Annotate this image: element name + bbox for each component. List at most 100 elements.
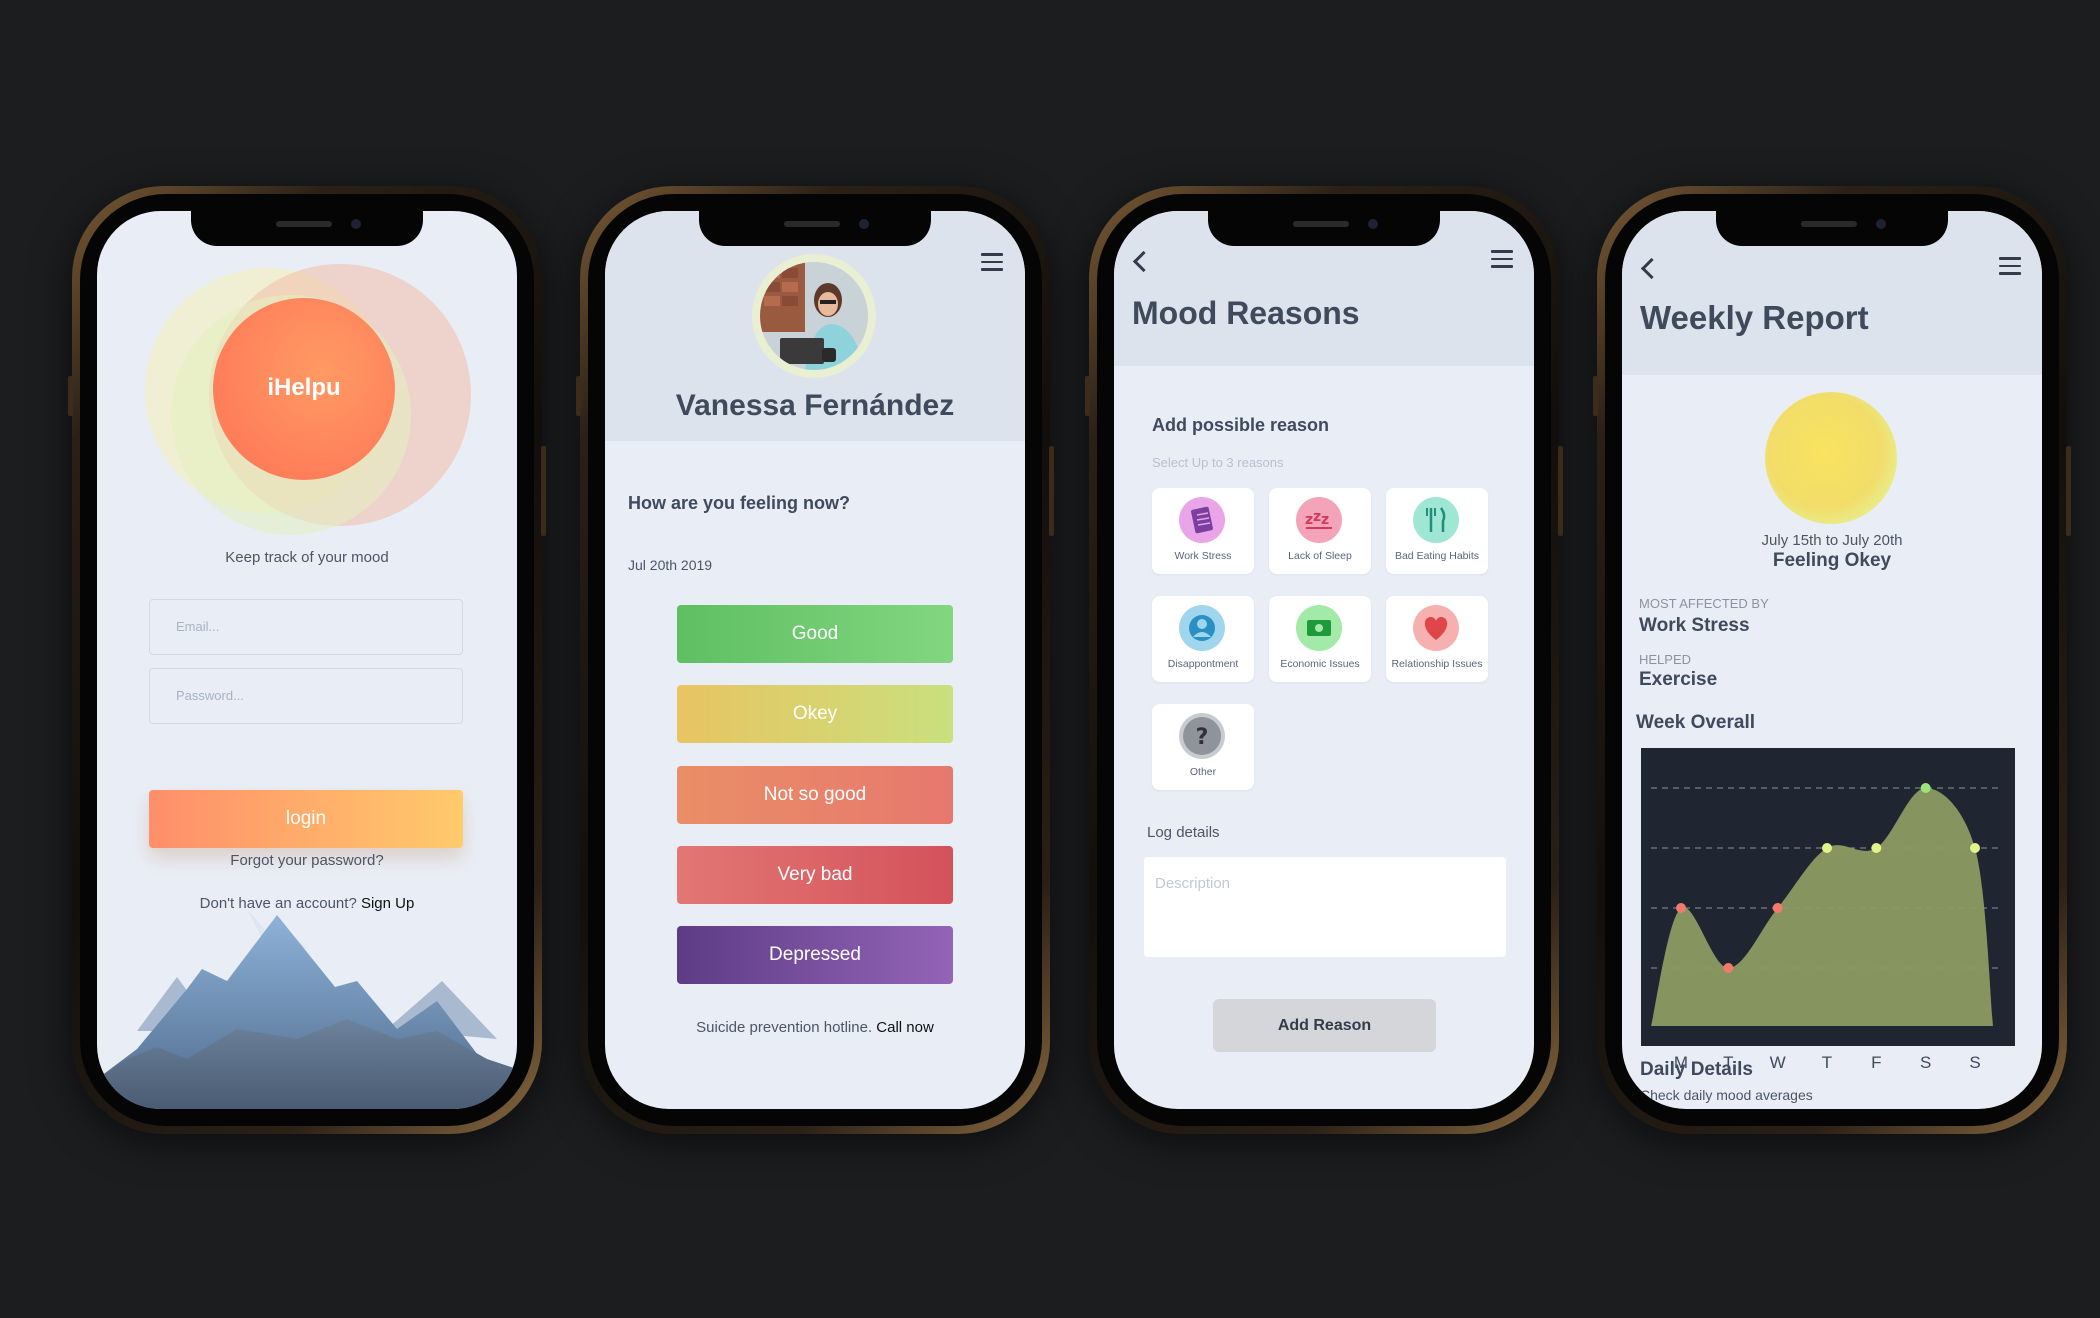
hotline-row: Suicide prevention hotline. Call now: [605, 1019, 1025, 1036]
reason-label: Other: [1189, 766, 1217, 778]
svg-text:z: z: [1321, 512, 1329, 528]
reason-label: Work Stress: [1174, 550, 1232, 562]
app-name: iHelpu: [267, 374, 341, 401]
log-details-label: Log details: [1147, 824, 1220, 841]
password-field[interactable]: Password...: [149, 668, 463, 724]
side-button: [68, 376, 73, 416]
screen-login: iHelpu Keep track of your mood Email... …: [97, 211, 517, 1109]
reason-economic-issues[interactable]: Economic Issues: [1269, 596, 1371, 682]
reason-label: Economic Issues: [1280, 658, 1360, 670]
notch: [1716, 211, 1948, 246]
phone-report: Weekly Report July 15th to July 20th Fee…: [1593, 186, 2071, 1134]
menu-icon[interactable]: [1999, 257, 2021, 275]
side-button: [1085, 376, 1090, 416]
notch: [1208, 211, 1440, 246]
reason-label: Relationship Issues: [1391, 658, 1483, 670]
reason-label: Lack of Sleep: [1288, 550, 1352, 562]
side-button: [1593, 376, 1598, 416]
avatar: [752, 254, 876, 378]
svg-text:z: z: [1305, 512, 1313, 528]
data-point: [1920, 783, 1931, 793]
phone-mood: Vanessa Fernández How are you feeling no…: [576, 186, 1054, 1134]
daily-details-subtitle: Check daily mood averages: [1640, 1087, 1813, 1103]
user-name: Vanessa Fernández: [675, 389, 955, 422]
reason-other[interactable]: ? Other: [1152, 704, 1254, 790]
menu-icon[interactable]: [1491, 250, 1513, 268]
page-title: Weekly Report: [1640, 299, 1869, 336]
svg-text:z: z: [1313, 509, 1321, 525]
add-reason-heading: Add possible reason: [1152, 415, 1330, 435]
report-range: July 15th to July 20th: [1761, 532, 1903, 549]
description-field[interactable]: Description: [1144, 857, 1506, 957]
helped-value: Exercise: [1639, 669, 1718, 690]
data-point: [1676, 903, 1686, 913]
mountains-illustration: [97, 909, 517, 1109]
mood-depressed-button[interactable]: Depressed: [677, 926, 953, 984]
most-affected-value: Work Stress: [1639, 615, 1750, 636]
money-icon: [1296, 605, 1342, 651]
mood-date: Jul 20th 2019: [628, 557, 713, 573]
svg-text:?: ?: [1196, 725, 1209, 750]
weekday-label: S: [1919, 1053, 1932, 1072]
menu-icon[interactable]: [981, 253, 1003, 271]
notch: [699, 211, 931, 246]
mood-good-button[interactable]: Good: [677, 605, 953, 663]
report-feeling: Feeling Okey: [1772, 550, 1892, 571]
phone-reasons: Mood Reasons Add possible reason Select …: [1085, 186, 1563, 1134]
reason-bad-eating-habits[interactable]: Bad Eating Habits: [1386, 488, 1488, 574]
email-field[interactable]: Email...: [149, 599, 463, 655]
screen-reasons: Mood Reasons Add possible reason Select …: [1114, 211, 1534, 1109]
hotline-text: Suicide prevention hotline.: [696, 1019, 873, 1036]
description-placeholder: Description: [1155, 875, 1231, 892]
reason-work-stress[interactable]: Work Stress: [1152, 488, 1254, 574]
side-button: [576, 376, 581, 416]
mood-not-so-good-button[interactable]: Not so good: [677, 766, 953, 824]
most-affected-label: MOST AFFECTED BY: [1639, 596, 1769, 611]
mood-very-bad-button[interactable]: Very bad: [677, 846, 953, 904]
canvas: { "login": { "app_name": "iHelpu", "tagl…: [0, 0, 2100, 1318]
person-icon: [1179, 605, 1225, 651]
forgot-password-link[interactable]: Forgot your password?: [97, 852, 517, 869]
weekday-label: S: [1969, 1053, 1981, 1072]
data-point: [1871, 843, 1882, 853]
weekday-label: W: [1769, 1053, 1786, 1072]
fork-knife-icon: [1413, 497, 1459, 543]
add-reason-button[interactable]: Add Reason: [1213, 999, 1436, 1052]
mood-question: How are you feeling now?: [628, 493, 851, 513]
reason-label: Disappontment: [1167, 658, 1239, 670]
select-hint: Select Up to 3 reasons: [1152, 455, 1284, 470]
screen-mood: Vanessa Fernández How are you feeling no…: [605, 211, 1025, 1109]
week-overall-chart: [1641, 748, 2015, 1046]
reason-relationship-issues[interactable]: Relationship Issues: [1386, 596, 1488, 682]
heart-icon: [1413, 605, 1459, 651]
page-title: Mood Reasons: [1132, 295, 1360, 331]
weekday-label: F: [1871, 1053, 1882, 1072]
side-button: [1049, 446, 1054, 536]
notebook-icon: [1179, 497, 1225, 543]
daily-details-heading: Daily Details: [1640, 1059, 1753, 1080]
side-button: [541, 446, 546, 536]
data-point: [1772, 903, 1783, 913]
data-point: [1723, 963, 1734, 973]
data-point: [1822, 843, 1832, 853]
week-overall-heading: Week Overall: [1636, 712, 1756, 733]
sleep-zzz-icon: zzz: [1296, 497, 1342, 543]
data-point: [1970, 843, 1980, 853]
reason-lack-of-sleep[interactable]: zzz Lack of Sleep: [1269, 488, 1371, 574]
login-button[interactable]: login: [149, 790, 463, 848]
phone-login: iHelpu Keep track of your mood Email... …: [68, 186, 546, 1134]
reason-disappontment[interactable]: Disappontment: [1152, 596, 1254, 682]
mood-okey-button[interactable]: Okey: [677, 685, 953, 743]
side-button: [1558, 446, 1563, 536]
mood-sun: [1765, 392, 1897, 524]
call-now-link[interactable]: Call now: [876, 1019, 934, 1036]
screen-report: Weekly Report July 15th to July 20th Fee…: [1622, 211, 2042, 1109]
avatar-photo: [760, 262, 868, 370]
side-button: [2066, 446, 2071, 536]
helped-label: HELPED: [1639, 652, 1692, 667]
weekday-label: T: [1821, 1053, 1833, 1072]
notch: [191, 211, 423, 246]
tagline: Keep track of your mood: [225, 549, 389, 566]
question-icon: ?: [1179, 713, 1225, 759]
reason-label: Bad Eating Habits: [1394, 550, 1480, 562]
